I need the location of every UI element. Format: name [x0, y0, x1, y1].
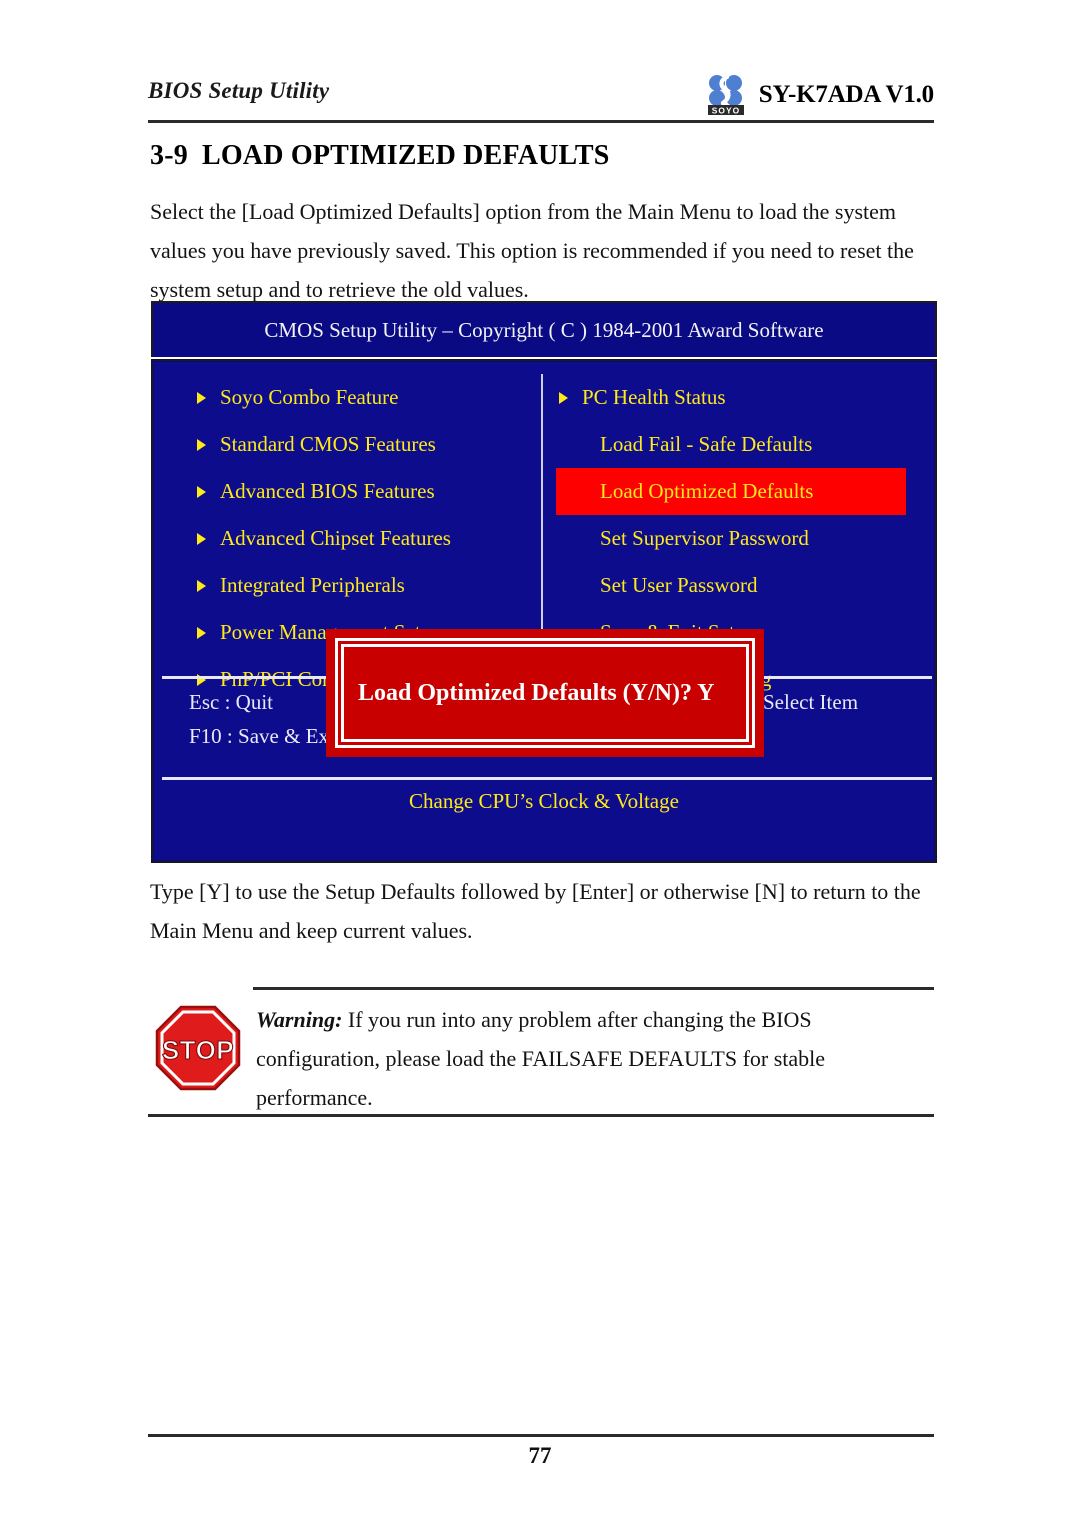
after-paragraph: Type [Y] to use the Setup Defaults follo… [150, 879, 921, 943]
menu-item-label: Advanced BIOS Features [220, 479, 435, 503]
menu-item-load-fail-safe-defaults[interactable]: Load Fail - Safe Defaults [556, 421, 906, 468]
warning-text: Warning: If you run into any problem aft… [256, 1000, 936, 1117]
menu-item-set-user-password[interactable]: Set User Password [556, 562, 906, 609]
menu-item-label: Advanced Chipset Features [220, 526, 451, 550]
menu-item-label: Load Fail - Safe Defaults [600, 432, 813, 456]
warning-rule-top [253, 987, 934, 990]
menu-item-label: Set Supervisor Password [600, 526, 809, 550]
menu-column-divider [541, 374, 543, 666]
bios-body: Soyo Combo Feature Standard CMOS Feature… [151, 359, 937, 863]
page-header: BIOS Setup Utility SOYO SY-K7ADA V1.0 [148, 74, 934, 120]
soyo-clover-logo-icon: SOYO [703, 74, 749, 116]
menu-item-label: PC Health Status [582, 385, 726, 409]
section-number: 3-9 [150, 140, 188, 171]
menu-item-load-optimized-defaults[interactable]: Load Optimized Defaults [556, 468, 906, 515]
menu-item-advanced-chipset-features[interactable]: Advanced Chipset Features [194, 515, 534, 562]
warning-label: Warning: [256, 1007, 343, 1032]
svg-text:STOP: STOP [162, 1035, 234, 1065]
section-title: LOAD OPTIMIZED DEFAULTS [201, 140, 610, 171]
page-number: 77 [528, 1443, 552, 1468]
menu-item-set-supervisor-password[interactable]: Set Supervisor Password [556, 515, 906, 562]
menu-item-label: Soyo Combo Feature [220, 385, 399, 409]
warning-rule-bottom [148, 1114, 934, 1117]
intro-paragraph: Select the [Load Optimized Defaults] opt… [150, 199, 914, 302]
triangle-bullet-icon [197, 626, 206, 639]
footer-rule [148, 1434, 934, 1437]
legend-esc-quit: Esc : Quit [189, 690, 273, 714]
triangle-bullet-icon [197, 485, 206, 498]
bios-titlebar: CMOS Setup Utility – Copyright ( C ) 198… [151, 301, 937, 357]
triangle-bullet-icon [559, 391, 568, 404]
warning-body: If you run into any problem after changi… [256, 1007, 826, 1110]
menu-item-label: Load Optimized Defaults [600, 479, 814, 503]
triangle-bullet-icon [197, 438, 206, 451]
menu-item-integrated-peripherals[interactable]: Integrated Peripherals [194, 562, 534, 609]
menu-item-label: Integrated Peripherals [220, 573, 405, 597]
menu-item-standard-cmos-features[interactable]: Standard CMOS Features [194, 421, 534, 468]
bios-titlebar-text: CMOS Setup Utility – Copyright ( C ) 198… [264, 317, 824, 342]
menu-item-label: Set User Password [600, 573, 758, 597]
triangle-bullet-icon [197, 579, 206, 592]
stop-sign-icon: STOP [154, 1004, 242, 1092]
confirm-dialog-prompt: Load Optimized Defaults (Y/N)? Y [358, 679, 715, 706]
menu-item-label: Standard CMOS Features [220, 432, 436, 456]
legend-select-item: Select Item [763, 690, 859, 714]
header-rule [148, 120, 934, 123]
bios-screen: CMOS Setup Utility – Copyright ( C ) 198… [151, 301, 937, 863]
header-branding: SOYO SY-K7ADA V1.0 [703, 74, 934, 116]
page-title: BIOS Setup Utility [148, 78, 330, 103]
confirm-dialog[interactable]: Load Optimized Defaults (Y/N)? Y [326, 629, 764, 757]
triangle-bullet-icon [197, 532, 206, 545]
board-model-label: SY-K7ADA V1.0 [758, 81, 934, 108]
bios-hint-text: Change CPU’s Clock & Voltage [409, 789, 679, 813]
triangle-bullet-icon [197, 391, 206, 404]
hint-separator [162, 777, 932, 780]
svg-text:SOYO: SOYO [711, 105, 740, 115]
menu-item-advanced-bios-features[interactable]: Advanced BIOS Features [194, 468, 534, 515]
section-heading: 3-9 LOAD OPTIMIZED DEFAULTS [150, 140, 610, 172]
menu-item-pc-health-status[interactable]: PC Health Status [556, 374, 906, 421]
menu-item-soyo-combo-feature[interactable]: Soyo Combo Feature [194, 374, 534, 421]
